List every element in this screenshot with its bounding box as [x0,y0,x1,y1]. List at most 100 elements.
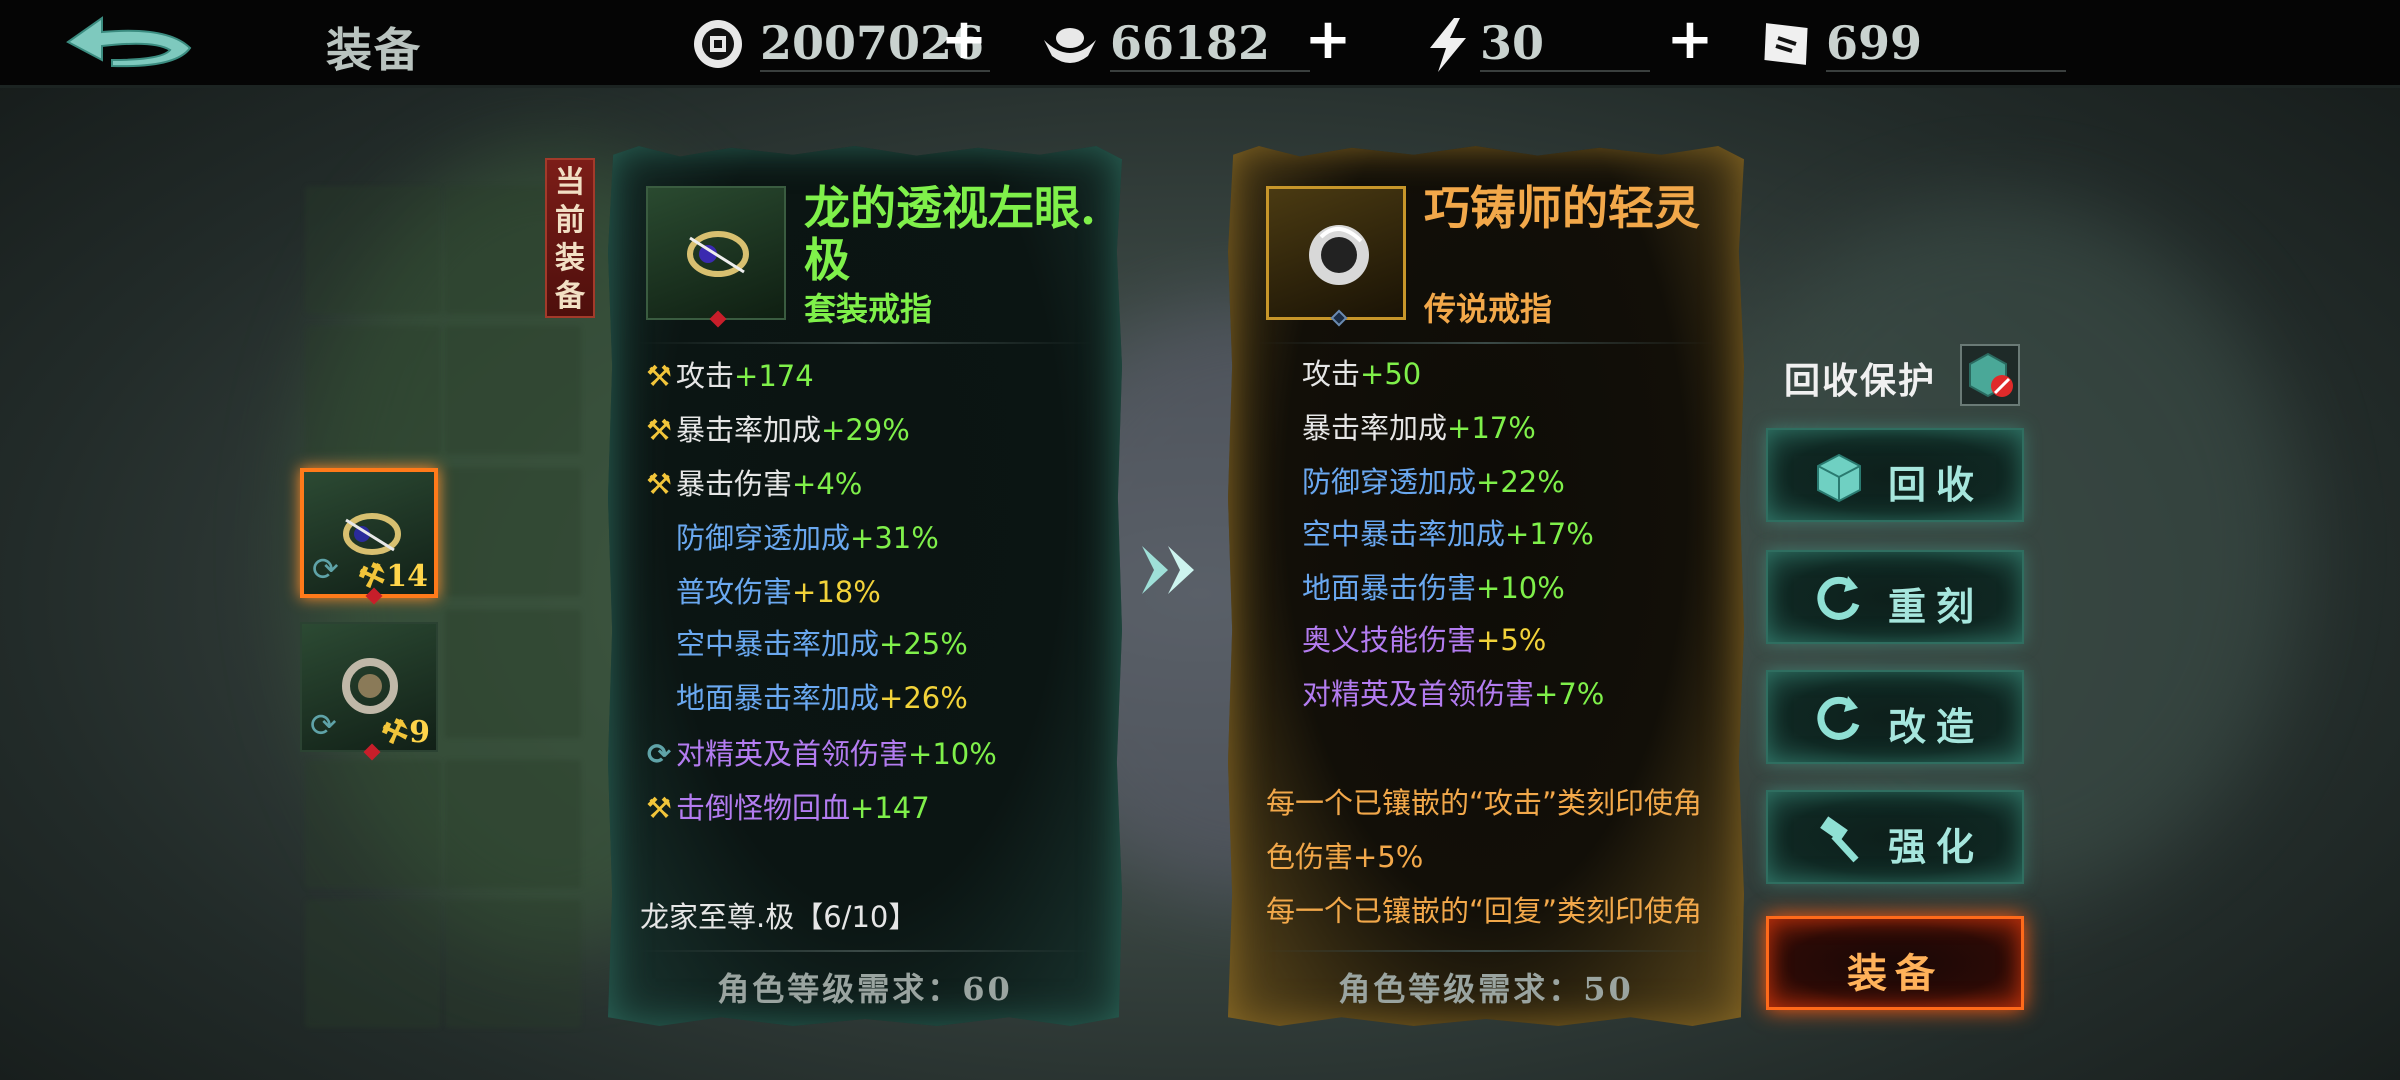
inventory-slot-selected[interactable]: ⟳ ⚒14 [300,468,438,605]
recycle-protect-toggle[interactable] [1960,344,2020,406]
inventory-cell [305,900,441,1028]
recycle-button[interactable]: 回收 [1766,428,2024,522]
add-silver-button[interactable]: + [1302,12,1354,68]
stat-name: 防御穿透加成 [1302,465,1477,499]
stat-name: 地面暴击率加成 [676,681,880,715]
compare-item-thumbnail [1266,186,1406,327]
inventory-slot[interactable]: ⟳ ⚒9 [300,622,438,761]
refresh-icon: ⟳ [646,737,672,771]
coin-icon [694,20,742,68]
stat-value: +10% [1476,571,1565,605]
current-equip-tag: 当前装备 [545,158,595,318]
stat-name: 地面暴击伤害 [1302,571,1477,605]
inventory-cell [445,760,581,888]
stat-row: ⚒ 暴击率加成+29% [642,410,910,450]
stat-name: 对精英及首领伤害 [1302,677,1535,711]
stat-name: 空中暴击率加成 [1302,517,1506,551]
ticket-icon [1764,23,1808,65]
set-bonus-text: 龙家至尊.极【6/10】 [640,900,918,934]
energy-resource: 30 + [1420,10,1720,78]
special-effect-text: 每一个已镶嵌的“回复”类刻印使角 [1266,894,1703,928]
refresh-icon: ⟳ [310,706,337,744]
item-level: ⚒14 [354,555,428,597]
add-coin-button[interactable]: + [938,12,990,68]
stat-name: 奥义技能伤害 [1302,623,1477,657]
current-equip-tag-text: 当前装备 [555,165,585,314]
item-level: ⚒9 [377,711,430,753]
refresh-icon: ⟳ [312,550,339,588]
stat-value: +18% [792,575,881,609]
stat-row: 防御穿透加成+22% [1302,462,1565,502]
modify-button[interactable]: 改造 [1766,670,2024,764]
reforge-button-label: 重刻 [1888,584,1985,629]
stat-row: 奥义技能伤害+5% [1302,620,1546,660]
divider [638,342,1092,344]
add-energy-button[interactable]: + [1664,12,1716,68]
hammer-icon: ⚒ [646,467,672,501]
stat-row: 地面暴击率加成+26% [676,678,968,718]
divider [1110,70,1310,72]
stat-name: 暴击率加成 [1302,411,1448,445]
divider [1480,70,1650,72]
back-button[interactable] [58,12,198,78]
box-forbidden-icon [1969,352,2013,398]
modify-button-label: 改造 [1888,704,1985,749]
back-arrow-icon [66,16,192,68]
equip-button[interactable]: 装备 [1766,916,2024,1010]
recycle-protect-label: 回收保护 [1784,360,1937,402]
hammer-icon: ⚒ [646,791,672,825]
reforge-button[interactable]: 重刻 [1766,550,2024,644]
stat-name: 防御穿透加成 [676,521,851,555]
silver-amount: 66182 [1110,16,1271,70]
stat-value: +147 [850,791,930,825]
ticket-amount: 699 [1826,16,1923,70]
divider [1258,342,1714,344]
hammer-icon: ⚒ [646,359,672,393]
stat-name: 攻击 [1302,357,1361,391]
stat-row: 空中暴击率加成+17% [1302,514,1594,554]
stat-row: ⟳ 对精英及首领伤害+10% [642,734,997,774]
current-item-thumbnail [646,186,786,328]
ring-icon [687,231,749,277]
stat-row: ⚒ 攻击+174 [642,356,814,396]
silver-resource: 66182 + [1040,10,1360,78]
inventory-cell [445,326,581,454]
stat-row: 防御穿透加成+31% [676,518,939,558]
level-requirement: 角色等级需求：60 [717,970,1013,1008]
compare-item-panel: 巧铸师的轻灵 传说戒指 攻击+50 暴击率加成+17% 防御穿透加成+22% 空… [1228,146,1744,1026]
stat-name: 攻击 [676,359,735,393]
stat-value: +4% [792,467,863,501]
stat-value: +25% [879,627,968,661]
stat-row: ⚒ 暴击伤害+4% [642,464,862,504]
stat-name: 暴击伤害 [676,467,793,501]
hammer-icon: ⚒ [646,413,672,447]
stat-name: 击倒怪物回血 [676,791,851,825]
compare-arrows-icon [1142,546,1194,594]
inventory-cell [305,326,441,454]
inventory-cell [445,468,581,596]
divider [638,950,1092,952]
compare-item-type: 传说戒指 [1424,290,1553,328]
stat-value: +5% [1476,623,1547,657]
compare-item-name: 巧铸师的轻灵 [1424,181,1700,235]
lightning-icon [1430,18,1466,72]
special-effect-text: 色伤害+5% [1266,840,1424,874]
stat-name: 暴击率加成 [676,413,822,447]
stat-value: +26% [879,681,968,715]
stat-row: 对精英及首领伤害+7% [1302,674,1604,714]
stat-value: +174 [734,359,814,393]
stat-row: 普攻伤害+18% [676,572,881,612]
silver-ingot-icon [1044,28,1096,63]
stat-value: +17% [1505,517,1594,551]
item-level-value: 14 [386,559,428,594]
equip-button-label: 装备 [1847,950,1943,997]
stat-row: ⚒ 击倒怪物回血+147 [642,788,930,828]
enhance-button-label: 强化 [1888,824,1985,869]
stat-row: 空中暴击率加成+25% [676,624,968,664]
stat-row: 暴击率加成+17% [1302,408,1536,448]
stat-value: +7% [1534,677,1605,711]
current-item-panel: 龙的透视左眼.极 套装戒指 ⚒ 攻击+174 ⚒ 暴击率加成+29% ⚒ 暴击伤害+4… [608,146,1122,1026]
enhance-button[interactable]: 强化 [1766,790,2024,884]
current-item-type: 套装戒指 [804,290,933,328]
coin-resource: 2007026 + [690,10,1010,78]
